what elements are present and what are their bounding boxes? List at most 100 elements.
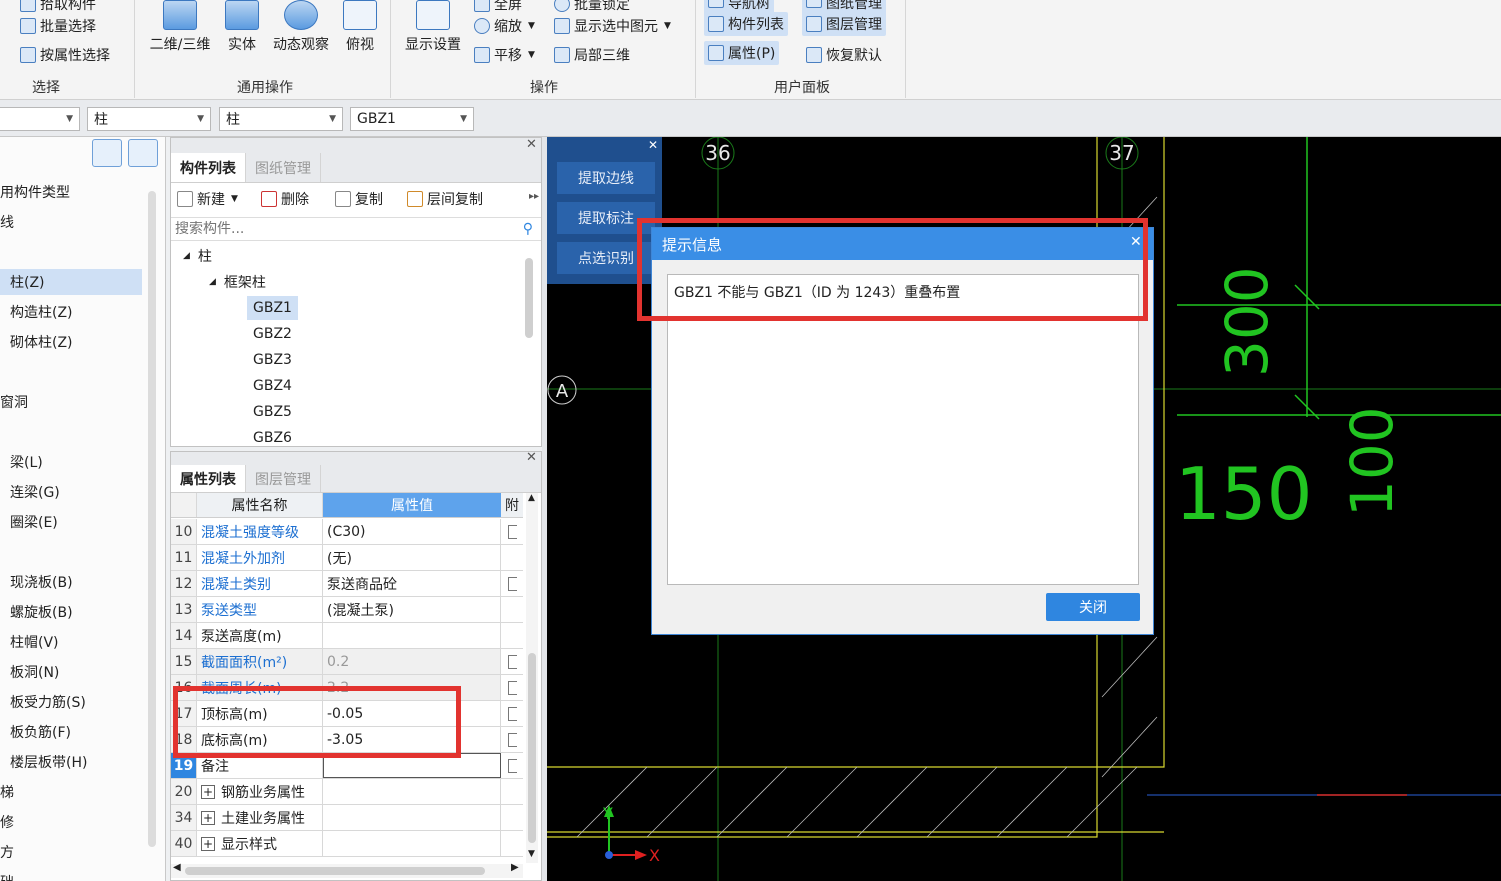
list-view-icon[interactable] [92, 139, 122, 167]
category-combo[interactable]: 柱 ▼ [87, 107, 211, 131]
attach-checkbox[interactable] [501, 571, 523, 596]
nav-item[interactable]: 修 [0, 809, 142, 835]
attach-checkbox[interactable] [501, 649, 523, 674]
display-settings-button[interactable]: 显示设置 [400, 0, 466, 54]
property-value[interactable] [323, 831, 501, 856]
property-value[interactable] [323, 805, 501, 830]
property-value[interactable] [323, 779, 501, 804]
property-row[interactable]: 34 + 土建业务属性 [171, 805, 523, 831]
nav-item[interactable]: 柱(Z) [0, 269, 142, 295]
layer-manage-toggle[interactable]: 图层管理 [802, 12, 886, 36]
nav-item[interactable]: 板洞(N) [0, 659, 142, 685]
nav-item[interactable]: 用构件类型 [0, 179, 142, 205]
attach-checkbox[interactable] [501, 779, 523, 804]
tree-item-component[interactable]: GBZ4 [247, 374, 298, 398]
tree-item-component[interactable]: GBZ1 [247, 296, 298, 320]
tree-item-component[interactable]: GBZ3 [247, 348, 298, 372]
fullscreen-button[interactable]: 全屏 [474, 0, 522, 14]
tab-drawing-manage[interactable]: 图纸管理 [246, 153, 321, 182]
top-view-button[interactable]: 俯视 [340, 0, 380, 54]
dialog-close-button[interactable]: 关闭 [1046, 593, 1140, 621]
nav-item[interactable]: 方 [0, 839, 142, 865]
property-value[interactable]: (C30) [323, 519, 501, 544]
property-value[interactable]: (无) [323, 545, 501, 570]
expand-icon[interactable]: + [201, 836, 215, 851]
2d-3d-button[interactable]: 二维/三维 [146, 0, 214, 54]
extract-edge-button[interactable]: 提取边线 [557, 162, 655, 194]
close-icon[interactable]: ✕ [526, 137, 537, 152]
batch-select-button[interactable]: 批量选择 [20, 16, 96, 36]
chevron-right-icon[interactable]: ▶ [511, 862, 519, 873]
zoom-button[interactable]: 缩放 ▼ [474, 16, 535, 36]
property-row[interactable]: 40 + 显示样式 [171, 831, 523, 857]
attach-checkbox[interactable] [501, 831, 523, 856]
nav-item[interactable]: 梯 [0, 779, 142, 805]
new-button[interactable]: 新建 ▼ [177, 189, 238, 209]
attach-checkbox[interactable] [501, 545, 523, 570]
chevron-down-icon[interactable]: ▼ [528, 849, 535, 859]
horizontal-scrollbar[interactable]: ◀ ▶ [171, 862, 523, 878]
nav-item[interactable]: 板受力筋(S) [0, 689, 142, 715]
search-input[interactable] [175, 221, 505, 237]
component-combo[interactable]: GBZ1 ▼ [350, 107, 474, 131]
nav-item[interactable]: 柱帽(V) [0, 629, 142, 655]
chevron-up-icon[interactable]: ▲ [528, 493, 535, 503]
floor-copy-button[interactable]: 层间复制 [407, 189, 483, 209]
property-row[interactable]: 13 泵送类型 (混凝土泵) [171, 597, 523, 623]
orbit-button[interactable]: 动态观察 [268, 0, 334, 54]
property-value[interactable] [323, 623, 501, 648]
expand-icon[interactable]: + [201, 784, 215, 799]
search-box[interactable]: ⚲ [171, 217, 541, 241]
property-row[interactable]: 15 截面面积(m²) 0.2 [171, 649, 523, 675]
show-selected-button[interactable]: 显示选中图元 ▼ [554, 16, 671, 36]
nav-item[interactable]: 圈梁(E) [0, 509, 142, 535]
chevron-left-icon[interactable]: ◀ [173, 862, 181, 873]
property-value[interactable]: 泵送商品砼 [323, 571, 501, 596]
tree-node-column[interactable]: ◢ 柱 [183, 244, 212, 268]
floor-combo[interactable]: ▼ [0, 107, 80, 131]
nav-item[interactable]: 连梁(G) [0, 479, 142, 505]
tree-node-frame-column[interactable]: ◢ 框架柱 [209, 270, 266, 294]
attach-checkbox[interactable] [501, 727, 523, 752]
attach-checkbox[interactable] [501, 805, 523, 830]
expand-icon[interactable]: + [201, 810, 215, 825]
attach-checkbox[interactable] [501, 753, 523, 778]
scrollbar[interactable]: ▲ ▼ [526, 493, 538, 863]
close-icon[interactable]: ✕ [526, 450, 537, 465]
batch-lock-button[interactable]: 批量锁定 [554, 0, 630, 14]
tree-item-component[interactable]: GBZ2 [247, 322, 298, 346]
attach-checkbox[interactable] [501, 597, 523, 622]
nav-item[interactable]: 楼层板带(H) [0, 749, 142, 775]
delete-button[interactable]: 删除 [261, 189, 309, 209]
solid-button[interactable]: 实体 [222, 0, 262, 54]
property-toggle[interactable]: 属性(P) [704, 41, 780, 65]
attach-checkbox[interactable] [501, 623, 523, 648]
select-by-property-button[interactable]: 按属性选择 [20, 45, 110, 65]
close-icon[interactable]: ✕ [648, 138, 658, 152]
property-value[interactable]: (混凝土泵) [323, 597, 501, 622]
nav-item[interactable]: 线 [0, 209, 142, 235]
search-icon[interactable]: ⚲ [523, 221, 533, 237]
scrollbar[interactable] [525, 258, 533, 338]
restore-default-button[interactable]: 恢复默认 [806, 45, 882, 65]
pan-button[interactable]: 平移 ▼ [474, 45, 535, 65]
scrollbar[interactable] [148, 191, 156, 847]
nav-item[interactable]: 螺旋板(B) [0, 599, 142, 625]
nav-item[interactable]: 砌体柱(Z) [0, 329, 142, 355]
tree-item-component[interactable]: GBZ6 [247, 426, 298, 450]
nav-item[interactable]: 窗洞 [0, 389, 142, 415]
nav-item[interactable]: 础 [0, 869, 142, 881]
local-3d-button[interactable]: 局部三维 [554, 45, 630, 65]
copy-button[interactable]: 复制 [335, 189, 383, 209]
more-icon[interactable]: ▸▸ [529, 191, 539, 202]
property-row[interactable]: 20 + 钢筋业务属性 [171, 779, 523, 805]
tree-item-component[interactable]: GBZ5 [247, 400, 298, 424]
component-list-toggle[interactable]: 构件列表 [704, 12, 788, 36]
property-row[interactable]: 11 混凝土外加剂 (无) [171, 545, 523, 571]
nav-item[interactable]: 现浇板(B) [0, 569, 142, 595]
attach-checkbox[interactable] [501, 519, 523, 544]
property-row[interactable]: 12 混凝土类别 泵送商品砼 [171, 571, 523, 597]
type-combo[interactable]: 柱 ▼ [219, 107, 343, 131]
tab-layer-manage[interactable]: 图层管理 [246, 465, 321, 492]
property-row[interactable]: 10 混凝土强度等级 (C30) [171, 519, 523, 545]
